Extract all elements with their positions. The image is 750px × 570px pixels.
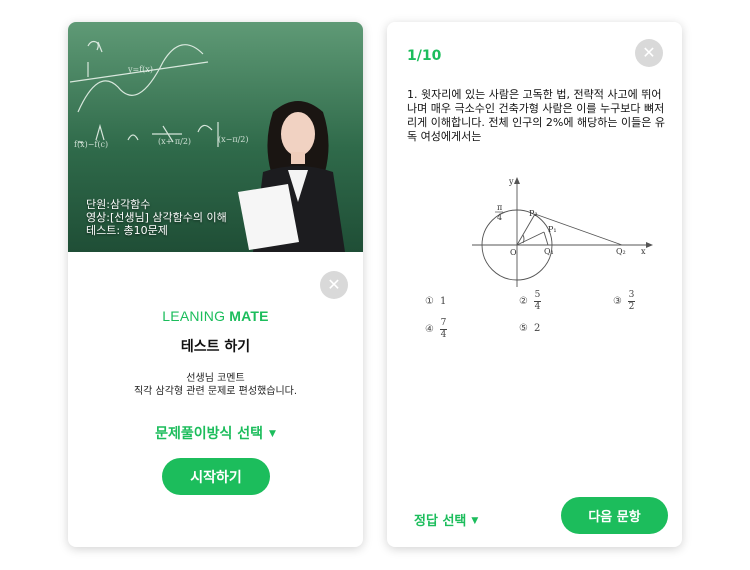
choice-number: ③ bbox=[613, 296, 622, 307]
caret-down-icon: ▼ bbox=[471, 516, 479, 526]
comment-title: 선생님 코멘트 bbox=[186, 373, 245, 384]
p1-label: P₁ bbox=[548, 225, 557, 234]
next-question-button[interactable]: 다음 문항 bbox=[561, 497, 668, 534]
angle-numerator: π bbox=[497, 203, 502, 212]
question-text: 1. 윗자리에 있는 사람은 고독한 법, 전략적 사고에 뛰어나며 매우 극소… bbox=[407, 88, 665, 143]
close-button[interactable]: ✕ bbox=[320, 271, 348, 299]
choice-number: ⑤ bbox=[519, 323, 528, 334]
svg-text:(x+ π/2): (x+ π/2) bbox=[158, 137, 191, 146]
q2-label: Q₂ bbox=[616, 247, 626, 256]
choice-number: ① bbox=[425, 296, 434, 307]
question-counter: 1/10 bbox=[407, 48, 442, 64]
video-label: 영상:[선생님] 삼각함수의 이해 bbox=[86, 211, 227, 224]
caret-down-icon: ▼ bbox=[269, 429, 276, 439]
y-axis-label: y bbox=[508, 177, 514, 186]
svg-text:f(x)−f(c): f(x)−f(c) bbox=[74, 140, 108, 149]
method-select[interactable]: 문제풀이방식 선택 ▼ bbox=[68, 423, 363, 443]
method-label: 문제풀이방식 선택 bbox=[155, 426, 263, 442]
start-button[interactable]: 시작하기 bbox=[162, 458, 270, 495]
fraction-numerator: 5 bbox=[534, 290, 541, 300]
brand-logo: LEANING MATE bbox=[68, 308, 363, 324]
choice-2[interactable]: ② 5 4 bbox=[519, 291, 541, 312]
lecture-video[interactable]: y=f(x) f(x)−f(c) (x+ π/2) (x−π/2) 단원:삼각함… bbox=[68, 22, 363, 252]
video-info: 단원:삼각함수 영상:[선생님] 삼각함수의 이해 테스트: 총10문제 bbox=[86, 198, 227, 237]
question-card: 1/10 ✕ 1. 윗자리에 있는 사람은 고독한 법, 전략적 사고에 뛰어나… bbox=[387, 22, 682, 547]
fraction-denominator: 4 bbox=[534, 302, 541, 312]
comment-text: 직각 삼각형 관련 문제로 편성했습니다. bbox=[133, 386, 298, 397]
choice-number: ④ bbox=[425, 324, 434, 335]
answer-label: 정답 선택 bbox=[414, 514, 467, 529]
close-icon: ✕ bbox=[327, 275, 341, 294]
unit-circle-figure: y x O π 4 P₂ P₁ Q₁ Q₂ bbox=[472, 177, 653, 287]
teacher-image bbox=[238, 101, 345, 252]
fraction: 7 4 bbox=[439, 318, 447, 340]
test-title: 테스트 하기 bbox=[180, 339, 251, 355]
angle-denominator: 4 bbox=[497, 213, 502, 222]
brand-bold: MATE bbox=[229, 308, 269, 324]
choice-number: ② bbox=[519, 296, 528, 307]
choice-3[interactable]: ③ 3 2 bbox=[613, 291, 635, 312]
test-count-label: 테스트: 총10문제 bbox=[86, 224, 168, 237]
choice-5[interactable]: ⑤ 2 bbox=[519, 323, 540, 334]
close-button[interactable]: ✕ bbox=[635, 39, 663, 67]
brand-light: LEANING bbox=[162, 308, 226, 324]
choice-value: 2 bbox=[533, 323, 541, 334]
lesson-card: y=f(x) f(x)−f(c) (x+ π/2) (x−π/2) 단원:삼각함… bbox=[68, 22, 363, 547]
close-icon: ✕ bbox=[642, 43, 656, 62]
choice-value: 1 bbox=[439, 296, 447, 307]
fraction-numerator: 3 bbox=[628, 290, 635, 300]
q1-label: Q₁ bbox=[544, 247, 554, 256]
fraction-denominator: 4 bbox=[440, 330, 447, 340]
fraction-numerator: 7 bbox=[440, 318, 447, 328]
unit-label: 단원:삼각함수 bbox=[86, 198, 151, 211]
svg-text:y=f(x): y=f(x) bbox=[127, 65, 153, 74]
fraction: 3 2 bbox=[627, 290, 635, 312]
fraction: 5 4 bbox=[533, 290, 541, 312]
answer-select[interactable]: 정답 선택 ▼ bbox=[414, 510, 478, 529]
origin-label: O bbox=[510, 248, 517, 257]
choice-4[interactable]: ④ 7 4 bbox=[425, 319, 447, 340]
p2-label: P₂ bbox=[529, 209, 538, 218]
choice-1[interactable]: ① 1 bbox=[425, 296, 446, 307]
fraction-denominator: 2 bbox=[628, 302, 635, 312]
x-axis-label: x bbox=[641, 247, 646, 256]
teacher-comment: 선생님 코멘트 직각 삼각형 관련 문제로 편성했습니다. bbox=[68, 372, 363, 398]
